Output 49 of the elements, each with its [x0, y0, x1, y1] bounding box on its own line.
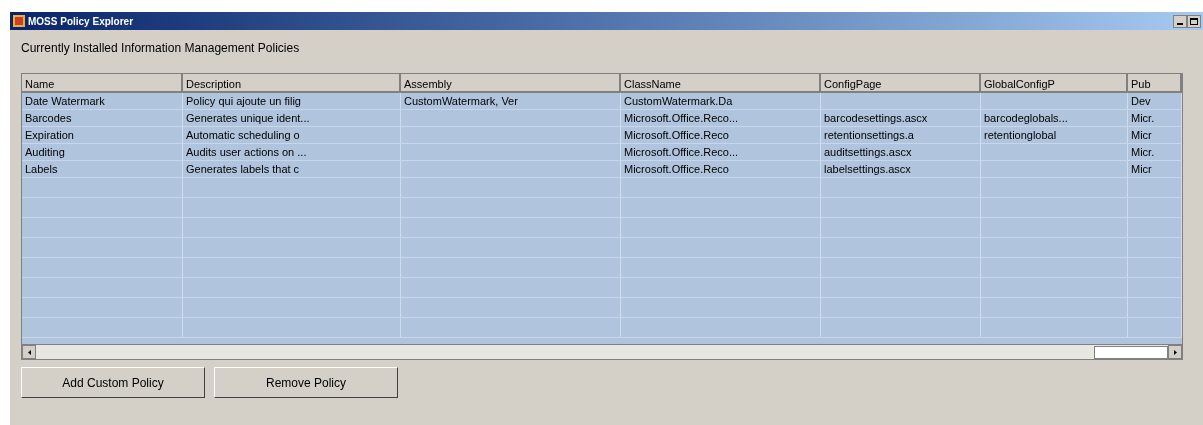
- scroll-left-button[interactable]: [22, 345, 36, 359]
- table-cell: Generates unique ident...: [186, 112, 310, 124]
- table-cell: Micr: [1131, 163, 1152, 175]
- table-cell: Micr.: [1131, 112, 1155, 124]
- column-header[interactable]: ClassName: [621, 74, 821, 93]
- left-arrow-icon: [27, 349, 31, 355]
- right-arrow-icon: [1173, 349, 1177, 355]
- remove-policy-button[interactable]: Remove Policy: [214, 367, 398, 398]
- maximize-button[interactable]: [1187, 14, 1201, 28]
- table-cell: Auditing: [25, 146, 65, 158]
- table-cell: barcodesettings.ascx: [824, 112, 928, 124]
- table-cell: CustomWatermark, Ver: [404, 95, 518, 107]
- table-cell: Dev: [1131, 95, 1151, 107]
- table-cell: Microsoft.Office.Reco: [624, 129, 729, 141]
- table-cell: barcodeglobals...: [984, 112, 1068, 124]
- table-cell: Automatic scheduling o: [186, 129, 300, 141]
- table-cell: Labels: [25, 163, 58, 175]
- scrollbar-thumb[interactable]: [1094, 345, 1168, 359]
- table-cell: Policy qui ajoute un filig: [186, 95, 301, 107]
- table-cell: Date Watermark: [25, 95, 105, 107]
- table-cell: CustomWatermark.Da: [624, 95, 733, 107]
- table-cell: Expiration: [25, 129, 74, 141]
- table-cell: retentionglobal: [984, 129, 1057, 141]
- maximize-icon: [1190, 17, 1198, 25]
- table-cell: retentionsettings.a: [824, 129, 914, 141]
- minimize-icon: [1177, 22, 1183, 25]
- app-icon: [12, 14, 26, 28]
- table-cell: Micr.: [1131, 146, 1155, 158]
- column-header[interactable]: GlobalConfigP: [981, 74, 1128, 93]
- add-policy-button[interactable]: Add Custom Policy: [21, 367, 205, 398]
- section-heading: Currently Installed Information Management Policies: [21, 40, 301, 55]
- table-cell: Audits user actions on ...: [186, 146, 307, 158]
- table-cell: Microsoft.Office.Reco: [624, 163, 729, 175]
- table-cell: Micr: [1131, 129, 1152, 141]
- horizontal-scrollbar[interactable]: [22, 344, 1182, 359]
- table-cell: Microsoft.Office.Reco...: [624, 112, 739, 124]
- table-cell: auditsettings.ascx: [824, 146, 912, 158]
- column-header[interactable]: ConfigPage: [821, 74, 981, 93]
- table-cell: labelsettings.ascx: [824, 163, 911, 175]
- column-header[interactable]: Assembly: [401, 74, 621, 93]
- column-header[interactable]: Pub: [1128, 74, 1182, 93]
- table-cell: Generates labels that c: [186, 163, 300, 175]
- column-header[interactable]: Description: [183, 74, 401, 93]
- table-cell: Barcodes: [25, 112, 72, 124]
- table-cell: Microsoft.Office.Reco...: [624, 146, 739, 158]
- column-header[interactable]: Name: [22, 74, 183, 93]
- window-title: MOSS Policy Explorer: [28, 14, 134, 29]
- minimize-button[interactable]: [1173, 14, 1187, 28]
- scroll-right-button[interactable]: [1168, 345, 1182, 359]
